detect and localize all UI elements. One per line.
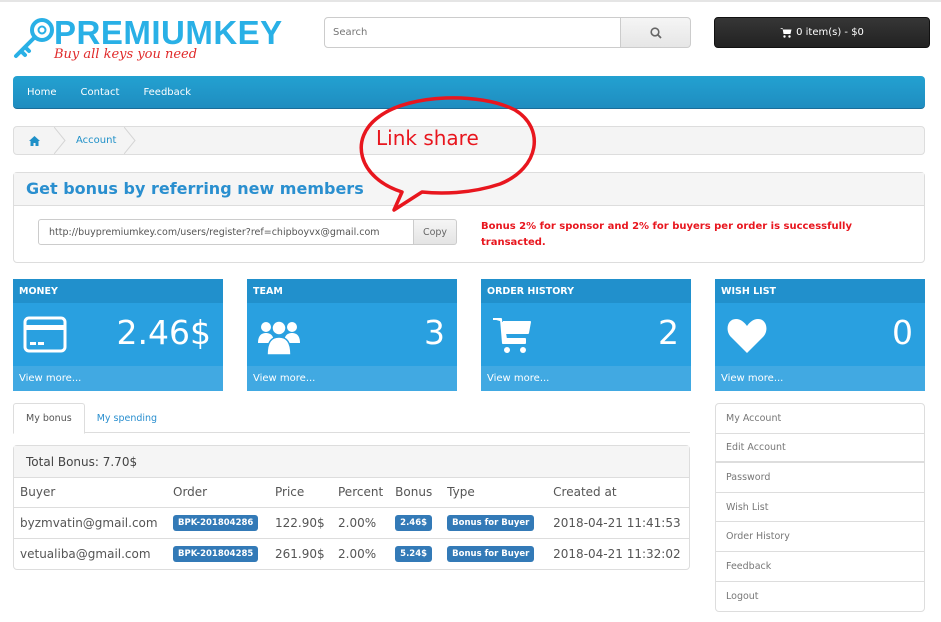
breadcrumb-account[interactable]: Account	[66, 135, 124, 146]
cell-percent: 2.00%	[332, 507, 390, 539]
main-nav: Home Contact Feedback	[13, 76, 925, 109]
card-title: TEAM	[247, 279, 457, 303]
column-header-price: Price	[269, 478, 332, 508]
cell-type: Bonus for Buyer	[441, 538, 547, 569]
card-wish-list: WISH LIST 0 View more...	[715, 279, 925, 391]
order-badge[interactable]: BPK-201804286	[173, 515, 259, 531]
type-badge: Bonus for Buyer	[447, 546, 535, 563]
bonus-badge: 2.46$	[395, 515, 433, 531]
card-body: 2.46$	[13, 303, 223, 366]
sidebar-item-feedback[interactable]: Feedback	[716, 552, 924, 582]
cell-percent: 2.00%	[338, 546, 377, 561]
account-sidebar: My Account Edit Account Password Wish Li…	[715, 403, 925, 613]
heart-icon	[727, 319, 767, 353]
column-header-bonus: Bonus	[389, 478, 442, 508]
card-view-more-link[interactable]: View more...	[13, 366, 223, 391]
column-header-buyer: Buyer	[14, 478, 167, 508]
sidebar-item-logout[interactable]: Logout	[716, 582, 924, 612]
top-border	[0, 0, 941, 2]
cell-price: 261.90$	[275, 546, 325, 561]
key-icon	[14, 18, 54, 58]
cart-summary: 0 item(s) - $0	[796, 27, 864, 38]
card-value: 2.46$	[116, 313, 211, 352]
card-view-more-link[interactable]: View more...	[715, 366, 925, 391]
annotation-text: Link share	[376, 126, 479, 150]
sidebar-item-edit-account[interactable]: Edit Account	[716, 434, 924, 464]
nav-contact[interactable]: Contact	[81, 87, 120, 98]
referral-panel: Get bonus by referring new members Copy …	[13, 172, 925, 263]
copy-button[interactable]: Copy	[414, 219, 457, 245]
cell-bonus: 2.46$	[389, 507, 442, 539]
card-value: 2	[658, 313, 679, 352]
users-icon	[258, 320, 300, 356]
card-title: ORDER HISTORY	[481, 279, 691, 303]
breadcrumb-separator	[124, 127, 137, 154]
total-bonus: Total Bonus: 7.70$	[14, 446, 689, 478]
order-badge[interactable]: BPK-201804285	[173, 546, 259, 563]
shopping-cart-icon	[493, 318, 531, 353]
referral-header: Get bonus by referring new members	[14, 173, 924, 206]
table-row: vetualiba@gmail.com BPK-201804285 261.90…	[14, 538, 689, 569]
card-view-more-link[interactable]: View more...	[247, 366, 457, 391]
card-money: MONEY 2.46$ View more...	[13, 279, 223, 391]
column-header-percent: Percent	[332, 478, 390, 508]
sidebar-item-my-account[interactable]: My Account	[716, 404, 924, 434]
bonus-badge: 5.24$	[395, 546, 433, 563]
cart-button[interactable]: 0 item(s) - $0	[714, 17, 930, 48]
card-view-more-link[interactable]: View more...	[481, 366, 691, 391]
cell-order: BPK-201804286	[167, 507, 269, 539]
nav-home[interactable]: Home	[27, 87, 57, 98]
referral-link-input[interactable]	[38, 219, 414, 245]
cell-created-at: 2018-04-21 11:41:53	[547, 507, 689, 539]
cell-bonus: 5.24$	[389, 538, 441, 569]
cell-price: 122.90$	[269, 507, 332, 539]
cell-created-at: 2018-04-21 11:32:02	[553, 546, 681, 561]
referral-link-group: Copy	[38, 219, 457, 245]
brand-tagline: Buy all keys you need	[54, 47, 198, 62]
card-order-history: ORDER HISTORY 2 View more...	[481, 279, 691, 391]
search-bar	[324, 17, 691, 48]
bonus-tabs: My bonus My spending	[13, 403, 690, 434]
sidebar-item-password[interactable]: Password	[716, 463, 924, 493]
card-body: 2	[481, 303, 691, 366]
card-title: WISH LIST	[715, 279, 925, 303]
column-header-type: Type	[441, 478, 548, 508]
tab-my-spending[interactable]: My spending	[85, 403, 169, 433]
search-input[interactable]	[324, 17, 621, 48]
breadcrumb-separator	[54, 127, 66, 154]
column-header-order: Order	[167, 478, 269, 508]
card-title: MONEY	[13, 279, 223, 303]
search-button[interactable]	[621, 17, 691, 48]
card-body: 0	[715, 303, 925, 366]
referral-note: Bonus 2% for sponsor and 2% for buyers p…	[481, 221, 852, 248]
cell-buyer: vetualiba@gmail.com	[20, 546, 151, 561]
cell-buyer: byzmvatin@gmail.com	[14, 507, 167, 539]
card-body: 3	[247, 303, 457, 366]
bonus-table: Buyer Order Price Percent Bonus Type Cre…	[14, 478, 689, 569]
card-team: TEAM 3 View more...	[247, 279, 457, 391]
sidebar-item-order-history[interactable]: Order History	[716, 522, 924, 552]
breadcrumb-home[interactable]	[14, 127, 54, 154]
card-value: 3	[424, 313, 445, 352]
bonus-panel: Total Bonus: 7.70$ Buyer Order Price Per…	[13, 445, 690, 570]
table-row: byzmvatin@gmail.com BPK-201804286 122.90…	[14, 507, 689, 539]
cell-type: Bonus for Buyer	[441, 507, 548, 539]
logo[interactable]: PREMIUMKEY Buy all keys you need	[12, 12, 302, 68]
credit-card-icon	[23, 316, 67, 353]
type-badge: Bonus for Buyer	[447, 515, 535, 531]
cell-order: BPK-201804285	[167, 538, 269, 569]
shopping-cart-icon	[780, 28, 792, 38]
card-value: 0	[892, 313, 913, 352]
search-icon	[649, 26, 662, 39]
referral-title: Get bonus by referring new members	[26, 179, 364, 198]
sidebar-item-wish-list[interactable]: Wish List	[716, 493, 924, 523]
nav-feedback[interactable]: Feedback	[143, 87, 191, 98]
column-header-created-at: Created at	[547, 478, 689, 508]
home-icon	[28, 135, 40, 146]
tab-my-bonus[interactable]: My bonus	[13, 403, 85, 434]
table-header-row: Buyer Order Price Percent Bonus Type Cre…	[14, 478, 689, 508]
